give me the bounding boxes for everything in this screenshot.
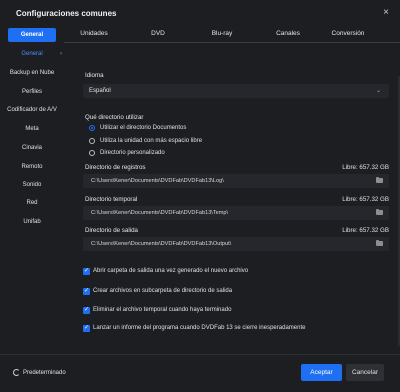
folder-icon[interactable] bbox=[376, 177, 383, 183]
check-icon: ✓ bbox=[83, 307, 90, 314]
temp-directory-label: Directorio temporal bbox=[85, 196, 138, 203]
check-icon: ✓ bbox=[83, 288, 90, 295]
sidebar-item-red[interactable]: Red bbox=[0, 196, 64, 210]
checkbox-label: Eliminar el archivo temporal cuando haya… bbox=[93, 307, 232, 313]
cancel-button[interactable]: Cancelar bbox=[346, 364, 384, 381]
temp-free-space: Libre: 657.32 GB bbox=[342, 196, 389, 203]
chevron-right-icon: › bbox=[60, 51, 62, 57]
folder-icon[interactable] bbox=[376, 209, 383, 215]
check-icon: ✓ bbox=[83, 325, 90, 332]
sidebar-item-general[interactable]: General bbox=[8, 28, 56, 42]
checkbox-label: Lanzar un informe del programa cuando DV… bbox=[93, 325, 306, 331]
log-directory-field[interactable]: C:\Users\Kener\Documents\DVDFab\DVDFab13… bbox=[83, 174, 389, 188]
log-directory-label: Directorio de registros bbox=[85, 164, 146, 171]
temp-directory-path: C:\Users\Kener\Documents\DVDFab\DVDFab13… bbox=[91, 210, 229, 216]
output-directory-field[interactable]: C:\Users\Kener\Documents\DVDFab\DVDFab13… bbox=[83, 237, 389, 251]
output-directory-label: Directorio de salida bbox=[85, 227, 138, 234]
language-select[interactable]: Español ⌄ bbox=[83, 84, 389, 98]
output-free-space: Libre: 657.32 GB bbox=[342, 227, 389, 234]
tab-blu-ray[interactable]: Blu-ray bbox=[192, 28, 252, 40]
checkbox-label: Crear archivos en subcarpeta de director… bbox=[93, 288, 233, 294]
accept-button[interactable]: Aceptar bbox=[301, 364, 342, 381]
sidebar-item-remoto[interactable]: Remoto bbox=[0, 160, 64, 174]
log-free-space: Libre: 657.32 GB bbox=[342, 164, 389, 171]
window-title: Configuraciones comunes bbox=[16, 9, 117, 18]
radio-indicator bbox=[89, 138, 95, 144]
restore-defaults-label: Predeterminado bbox=[23, 370, 66, 376]
sidebar-item-sonido[interactable]: Sonido bbox=[0, 178, 64, 192]
tab-canales[interactable]: Canales bbox=[258, 28, 318, 40]
sidebar-item-meta[interactable]: Meta bbox=[0, 122, 64, 136]
tab-unidades[interactable]: Unidades bbox=[64, 28, 124, 40]
directory-choice-label: Qué directorio utilizar bbox=[85, 114, 144, 121]
sidebar-item-codificador[interactable]: Codificador de A/V bbox=[0, 103, 64, 117]
radio-custom[interactable]: Directorio personalizado bbox=[89, 149, 289, 158]
checkbox-label: Abrir carpeta de salida una vez generado… bbox=[93, 268, 249, 274]
chevron-down-icon: ⌄ bbox=[375, 88, 381, 94]
tab-dvd[interactable]: DVD bbox=[128, 28, 188, 40]
sidebar-subitem-label: General bbox=[21, 51, 43, 57]
sidebar-subitem-general[interactable]: General › bbox=[0, 47, 64, 61]
radio-label: Utiliza la unidad con más espacio libre bbox=[100, 138, 203, 144]
check-icon: ✓ bbox=[83, 268, 90, 275]
settings-window: Configuraciones comunes × General Genera… bbox=[0, 0, 400, 392]
output-directory-path: C:\Users\Kener\Documents\DVDFab\DVDFab13… bbox=[91, 241, 232, 247]
radio-indicator bbox=[89, 125, 95, 131]
sidebar-item-cinavia[interactable]: Cinavia bbox=[0, 141, 64, 155]
sidebar: General General › Backup en Nube Perfile… bbox=[0, 26, 64, 356]
language-label: Idioma bbox=[85, 72, 104, 79]
reset-icon bbox=[13, 369, 20, 376]
checkbox-delete-temp[interactable]: ✓ Eliminar el archivo temporal cuando ha… bbox=[83, 306, 389, 315]
tab-conversion[interactable]: Conversión bbox=[318, 28, 378, 40]
log-directory-path: C:\Users\Kener\Documents\DVDFab\DVDFab13… bbox=[91, 178, 224, 184]
language-value: Español bbox=[89, 88, 111, 94]
checkbox-open-output-folder[interactable]: ✓ Abrir carpeta de salida una vez genera… bbox=[83, 267, 389, 276]
temp-directory-field[interactable]: C:\Users\Kener\Documents\DVDFab\DVDFab13… bbox=[83, 206, 389, 220]
radio-indicator bbox=[89, 150, 95, 156]
radio-label: Utilizar el directorio Documentos bbox=[100, 125, 187, 131]
checkbox-crash-report[interactable]: ✓ Lanzar un informe del programa cuando … bbox=[83, 324, 389, 333]
radio-label: Directorio personalizado bbox=[100, 150, 165, 156]
radio-documents[interactable]: Utilizar el directorio Documentos bbox=[89, 124, 289, 133]
footer-divider bbox=[0, 354, 400, 355]
sidebar-item-perfiles[interactable]: Perfiles bbox=[0, 85, 64, 99]
sidebar-item-unifab[interactable]: Unifab bbox=[0, 215, 64, 229]
tab-divider bbox=[64, 42, 400, 43]
sidebar-item-backup-en-nube[interactable]: Backup en Nube bbox=[0, 66, 64, 80]
radio-most-space[interactable]: Utiliza la unidad con más espacio libre bbox=[89, 137, 289, 146]
folder-icon[interactable] bbox=[376, 240, 383, 246]
checkbox-create-subfolder[interactable]: ✓ Crear archivos en subcarpeta de direct… bbox=[83, 287, 389, 296]
close-icon[interactable]: × bbox=[379, 6, 393, 20]
